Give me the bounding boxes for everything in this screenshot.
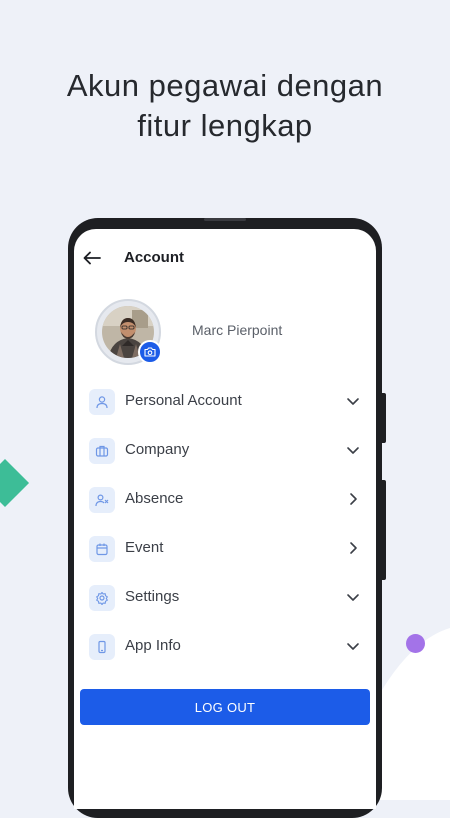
chevron-down-icon [347, 643, 359, 650]
chevron-down-icon [347, 398, 359, 405]
profile-name: Marc Pierpoint [192, 322, 283, 338]
chevron-down-icon [347, 594, 359, 601]
menu-item-label: Personal Account [125, 392, 242, 409]
menu-item-company[interactable]: Company [74, 426, 376, 475]
chevron-down-icon [347, 447, 359, 454]
calendar-icon [89, 536, 115, 562]
menu-item-event[interactable]: Event [74, 524, 376, 573]
user-icon [89, 389, 115, 415]
camera-icon[interactable] [138, 340, 162, 364]
gear-icon [89, 585, 115, 611]
briefcase-icon [89, 438, 115, 464]
menu-item-label: Company [125, 441, 190, 458]
arrow-left-icon[interactable] [83, 251, 101, 265]
user-x-icon [89, 487, 115, 513]
menu-item-label: Settings [125, 588, 180, 605]
phone-icon [89, 634, 115, 660]
menu-item-label: Event [125, 539, 164, 556]
menu-item-label: App Info [125, 637, 181, 654]
page-title: Account [124, 249, 184, 266]
logout-button[interactable]: LOG OUT [80, 689, 370, 725]
chevron-right-icon [350, 542, 357, 554]
menu-item-absence[interactable]: Absence [74, 475, 376, 524]
app-screen: Account Marc Pierpoint Personal Account … [74, 229, 376, 809]
decorative-dot [406, 634, 425, 653]
menu-item-settings[interactable]: Settings [74, 573, 376, 622]
chevron-right-icon [350, 493, 357, 505]
menu-item-label: Absence [125, 490, 184, 507]
menu-item-app-info[interactable]: App Info [74, 622, 376, 671]
app-bar: Account [74, 229, 376, 283]
menu-item-personal-account[interactable]: Personal Account [74, 377, 376, 426]
